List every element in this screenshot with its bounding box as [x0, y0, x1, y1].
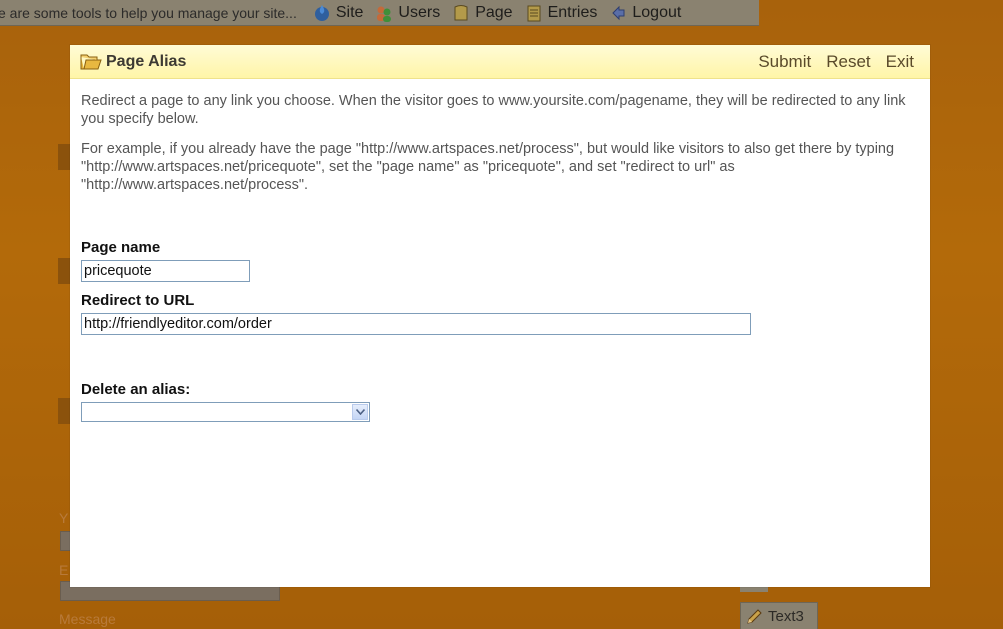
background-e-label: E	[59, 562, 69, 578]
toolbar-logout-label: Logout	[632, 3, 682, 21]
toolbar-entries-label: Entries	[547, 3, 598, 21]
toolbar-site-button[interactable]: Site	[313, 3, 364, 22]
toolbar-page-label: Page	[475, 3, 513, 21]
logout-icon	[609, 4, 627, 22]
toolbar-logout-button[interactable]: Logout	[609, 4, 681, 22]
toolbar-page-button[interactable]: Page	[452, 3, 513, 22]
page-alias-dialog: Page Alias Submit Reset Exit Redirect a …	[70, 45, 930, 587]
page-name-label: Page name	[81, 239, 161, 256]
reset-button[interactable]: Reset	[826, 52, 870, 72]
background-message-label: Message	[59, 611, 116, 627]
chevron-down-icon[interactable]	[352, 404, 368, 420]
toolbar-users-button[interactable]: Users	[375, 4, 440, 22]
globe-icon	[313, 4, 331, 22]
example-text: For example, if you already have the pag…	[81, 141, 895, 193]
folder-icon	[80, 53, 102, 71]
entries-icon	[525, 4, 543, 22]
toolbar-site-label: Site	[335, 3, 364, 21]
toolbar-entries-button[interactable]: Entries	[525, 3, 598, 22]
background-text3-label: Text3	[768, 608, 804, 625]
toolbar-users-label: Users	[398, 3, 441, 21]
intro-text: Redirect a page to any link you choose. …	[81, 93, 906, 127]
pencil-icon	[745, 608, 763, 626]
redirect-url-input[interactable]	[81, 313, 751, 335]
redirect-url-label: Redirect to URL	[81, 292, 195, 309]
dialog-header: Page Alias Submit Reset Exit	[70, 45, 930, 79]
admin-toolbar: e are some tools to help you manage your…	[0, 0, 759, 26]
delete-alias-label: Delete an alias:	[81, 381, 191, 398]
toolbar-hint: e are some tools to help you manage your…	[0, 4, 297, 21]
dialog-title: Page Alias	[80, 53, 186, 71]
dialog-actions: Submit Reset Exit	[758, 52, 914, 72]
users-icon	[375, 4, 393, 22]
page-icon	[452, 4, 470, 22]
dialog-body: Redirect a page to any link you choose. …	[70, 79, 930, 422]
exit-button[interactable]: Exit	[886, 52, 914, 72]
submit-button[interactable]: Submit	[758, 52, 811, 72]
background-text3-button[interactable]: Text3	[740, 602, 818, 629]
dialog-title-text: Page Alias	[106, 52, 187, 70]
background-y-label: Y	[59, 510, 69, 526]
page-name-input[interactable]	[81, 260, 250, 282]
delete-alias-select[interactable]	[81, 402, 370, 422]
